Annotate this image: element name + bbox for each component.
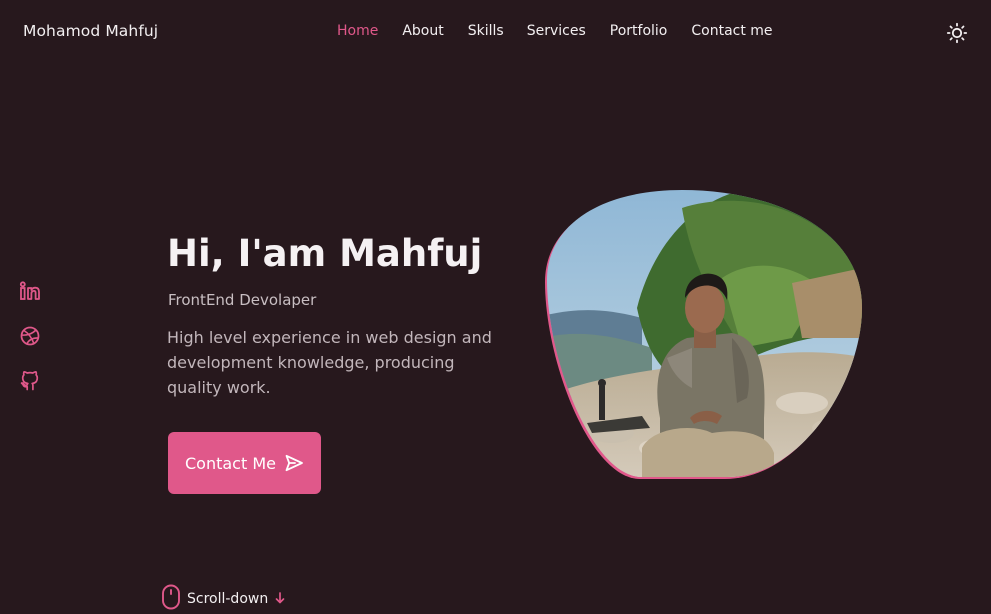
nav-item-contact[interactable]: Contact me — [691, 23, 772, 39]
contact-me-button[interactable]: Contact Me — [168, 432, 321, 494]
profile-photo — [542, 188, 866, 480]
hero-subtitle: FrontEnd Devolaper — [168, 291, 317, 309]
dribbble-icon[interactable] — [19, 325, 41, 347]
site-logo[interactable]: Mohamod Mahfuj — [23, 22, 158, 40]
github-icon[interactable] — [19, 370, 41, 392]
send-icon — [284, 453, 304, 473]
arrow-down-icon — [274, 590, 286, 609]
hero-title: Hi, I'am Mahfuj — [167, 232, 483, 275]
nav-item-about[interactable]: About — [402, 23, 443, 39]
sun-icon[interactable] — [946, 22, 968, 44]
hero-description: High level experience in web design and … — [167, 328, 492, 397]
social-links — [19, 280, 41, 415]
site-header: Mohamod Mahfuj Home About Skills Service… — [0, 0, 991, 64]
nav-item-services[interactable]: Services — [527, 23, 586, 39]
main-nav: Home About Skills Services Portfolio Con… — [337, 23, 773, 39]
nav-item-skills[interactable]: Skills — [468, 23, 504, 39]
contact-me-label: Contact Me — [185, 453, 276, 473]
nav-item-home[interactable]: Home — [337, 23, 378, 39]
scroll-down-label: Scroll-down — [187, 591, 269, 607]
nav-item-portfolio[interactable]: Portfolio — [610, 23, 668, 39]
linkedin-icon[interactable] — [19, 280, 41, 302]
